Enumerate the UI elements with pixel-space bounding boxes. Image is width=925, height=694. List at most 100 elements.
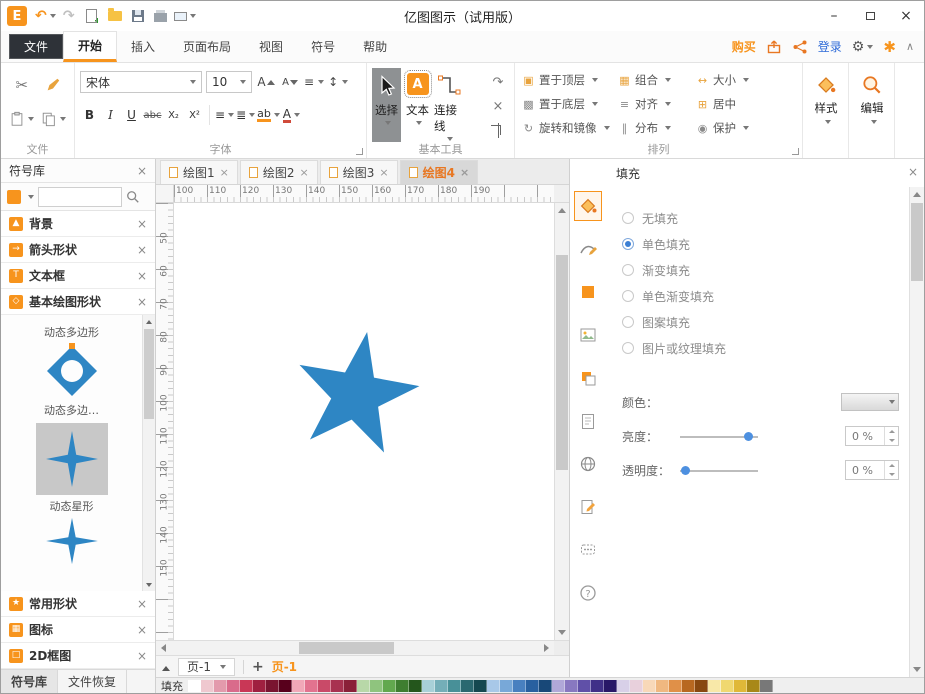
dynamic-polygon-shape[interactable] [44,343,100,399]
delete-tool-button[interactable]: × [493,99,504,114]
page-tab[interactable]: 页-1 [178,658,235,676]
palette-swatch[interactable] [695,680,708,692]
library-section-2d-block[interactable]: □ 2D框图 × [1,643,155,669]
tab-home[interactable]: 开始 [63,31,117,62]
paste-button[interactable] [9,111,34,127]
text-direction-button[interactable]: ↕ [328,71,348,93]
scroll-down-icon[interactable] [143,578,155,591]
close-section-icon[interactable]: × [137,650,147,662]
save-button[interactable] [128,5,148,27]
close-button[interactable]: × [888,1,924,31]
rotate-mirror-button[interactable]: ↻旋转和镜像 [520,120,616,136]
dynamic-star-shape-selected[interactable] [36,423,108,495]
scrollbar-thumb[interactable] [144,329,154,419]
search-icon[interactable] [126,190,140,204]
close-section-icon[interactable]: × [137,244,147,256]
star-shape[interactable] [174,203,554,640]
bold-button[interactable]: B [80,104,99,126]
theme-icon[interactable]: ✱ [883,38,896,56]
hyperlink-tool-icon[interactable] [574,449,602,479]
opacity-spinner[interactable]: 0 % [845,460,899,480]
dropdown-caret-icon[interactable] [28,195,34,199]
comment-tool-icon[interactable] [574,535,602,565]
connector-tool-button[interactable]: 连接线 [434,68,463,142]
share-icon[interactable] [792,39,808,55]
font-family-select[interactable]: 宋体 [80,71,202,93]
help-tool-icon[interactable]: ? [574,578,602,608]
undo-button[interactable]: ↶ [35,5,56,27]
spinner-arrows[interactable] [884,427,898,445]
export-icon[interactable] [766,39,782,55]
maximize-button[interactable] [852,1,888,31]
close-section-icon[interactable]: × [137,624,147,636]
quick-shape-tool-icon[interactable] [574,277,602,307]
palette-swatch[interactable] [708,680,721,692]
tab-view[interactable]: 视图 [245,31,297,62]
scroll-left-icon[interactable] [156,641,171,655]
doc-tab-1[interactable]: 绘图1× [160,160,238,184]
palette-swatch[interactable] [344,680,357,692]
pages-expand-button[interactable] [162,660,170,674]
palette-swatch[interactable] [526,680,539,692]
brightness-slider[interactable] [680,431,758,441]
copy-button[interactable] [41,111,66,127]
palette-swatch[interactable] [591,680,604,692]
center-button[interactable]: ⊞居中 [694,96,768,112]
highlight-color-button[interactable]: ab [257,104,280,126]
collapse-ribbon-button[interactable]: ∧ [906,40,914,53]
palette-swatch[interactable] [669,680,682,692]
vertical-scrollbar[interactable] [554,203,569,640]
close-section-icon[interactable]: × [137,270,147,282]
close-section-icon[interactable]: × [137,296,147,308]
file-menu-button[interactable]: 文件 [9,34,63,59]
font-size-select[interactable]: 10 [206,71,252,93]
brightness-spinner[interactable]: 0 % [845,426,899,446]
font-color-button[interactable]: A [282,104,301,126]
underline-button[interactable]: U [122,104,141,126]
italic-button[interactable]: I [101,104,120,126]
palette-swatch[interactable] [357,680,370,692]
settings-button[interactable]: ⚙ [852,39,874,55]
library-section-arrow-shapes[interactable]: → 箭头形状 × [1,237,155,263]
tab-symbol[interactable]: 符号 [297,31,349,62]
palette-swatch[interactable] [474,680,487,692]
open-file-button[interactable] [105,5,125,27]
palette-swatch[interactable] [383,680,396,692]
palette-swatch[interactable] [487,680,500,692]
library-section-basic-shapes[interactable]: ◇ 基本绘图形状 × [1,289,155,315]
curve-tool-button[interactable]: ↷ [493,75,504,90]
new-document-button[interactable] [82,5,102,27]
bring-to-front-button[interactable]: ▣置于顶层 [520,72,616,88]
fill-color-picker[interactable] [841,393,899,411]
size-button[interactable]: ↔大小 [694,72,768,88]
palette-swatch[interactable] [604,680,617,692]
tab-help[interactable]: 帮助 [349,31,401,62]
distribute-button[interactable]: ∥分布 [616,120,694,136]
scrollbar-thumb[interactable] [556,255,568,470]
palette-swatch[interactable] [578,680,591,692]
cut-button[interactable]: ✂ [15,76,28,94]
align-button[interactable]: ≡对齐 [616,96,694,112]
fill-option-gradient[interactable]: 渐变填充 [622,257,899,283]
fill-option-none[interactable]: 无填充 [622,205,899,231]
fill-tool-icon[interactable] [574,191,602,221]
dialog-launcher-icon[interactable] [356,148,363,155]
scrollbar-track[interactable] [171,641,539,655]
palette-swatch[interactable] [253,680,266,692]
palette-swatch[interactable] [643,680,656,692]
protect-button[interactable]: ◉保护 [694,120,768,136]
palette-swatch[interactable] [721,680,734,692]
buy-button[interactable]: 购买 [732,38,756,55]
four-point-star-shape-2[interactable] [44,517,100,565]
palette-swatch[interactable] [318,680,331,692]
search-input[interactable] [38,187,122,207]
library-section-icons[interactable]: ▦ 图标 × [1,617,155,643]
scroll-up-icon[interactable] [555,203,569,218]
login-button[interactable]: 登录 [818,38,842,55]
tab-page-layout[interactable]: 页面布局 [169,31,245,62]
palette-swatch[interactable] [240,680,253,692]
slider-handle[interactable] [744,432,753,441]
palette-swatch[interactable] [552,680,565,692]
add-page-button[interactable]: + [252,659,264,675]
fill-option-pattern[interactable]: 图案填充 [622,309,899,335]
